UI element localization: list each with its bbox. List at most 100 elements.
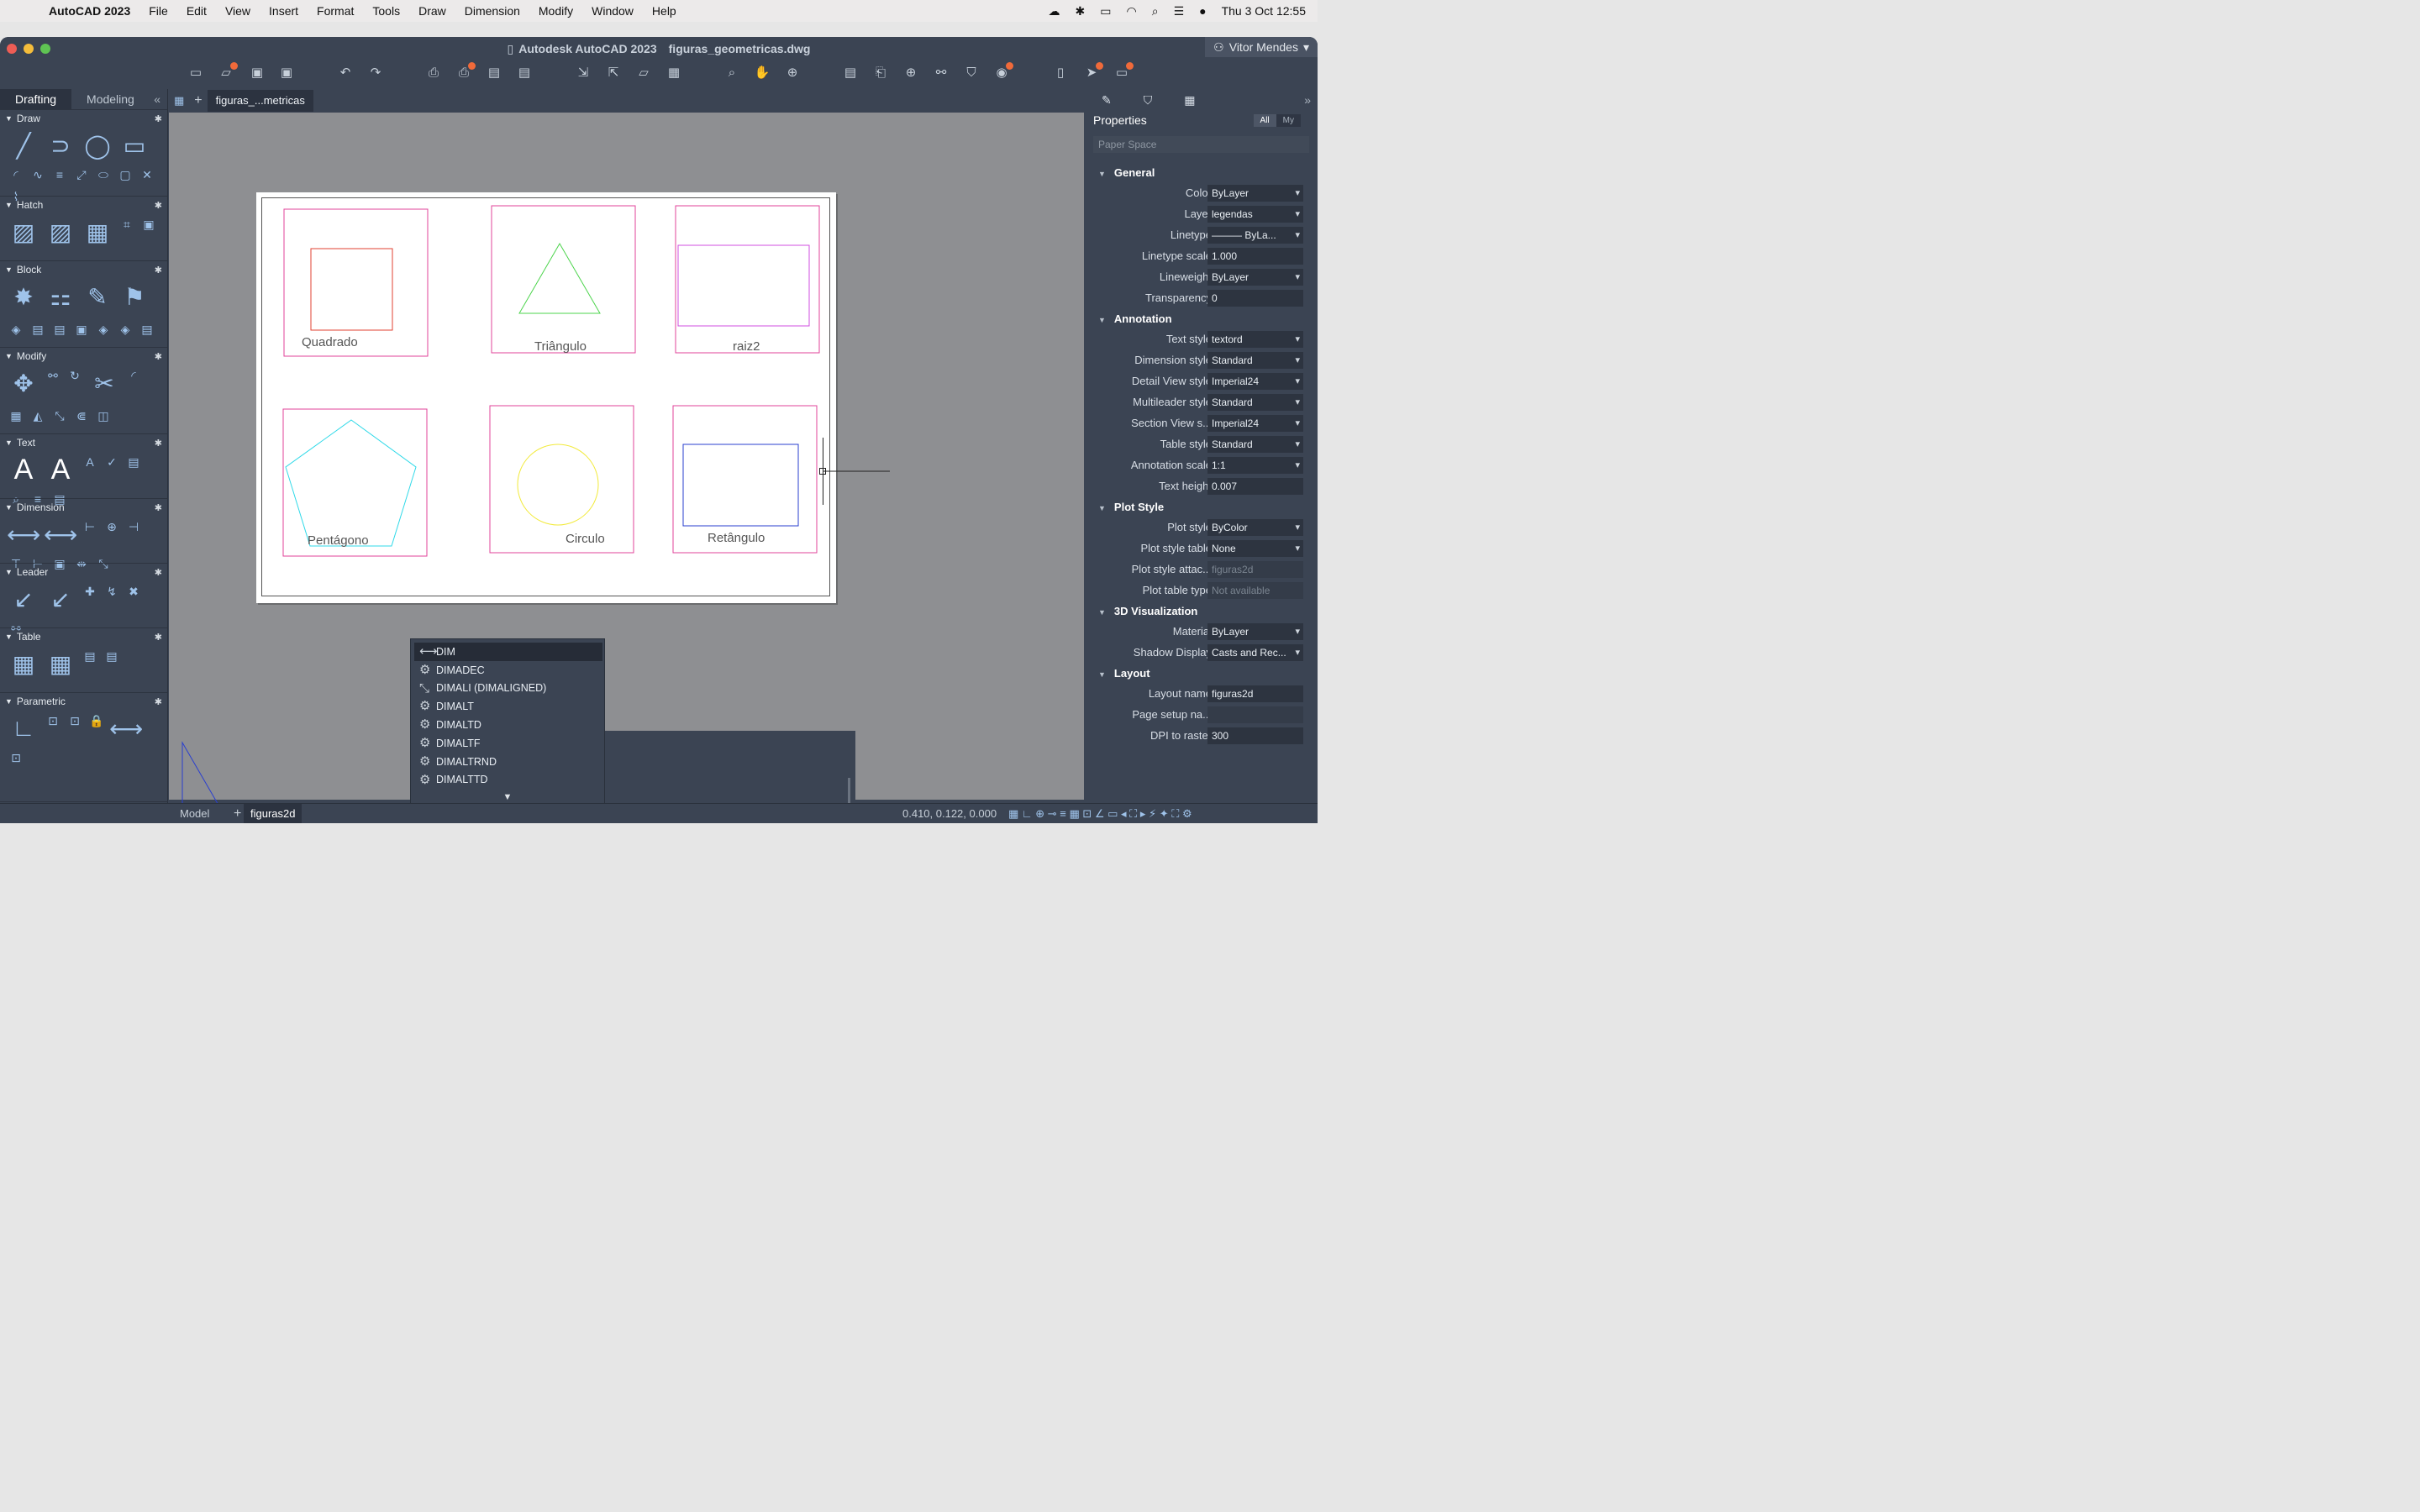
property-value[interactable]: Standard xyxy=(1207,436,1303,453)
wifi-icon[interactable]: ◠ xyxy=(1127,4,1137,18)
hatch-edit-icon[interactable]: ▨ xyxy=(44,215,77,249)
undo-icon[interactable]: ↶ xyxy=(337,66,354,81)
layers-tab-icon[interactable]: ⛉ xyxy=(1144,93,1153,108)
property-group[interactable]: ▼ 3D Visualization xyxy=(1085,601,1318,622)
share-drawing-icon[interactable]: ▦ xyxy=(666,66,682,81)
status-tool-icons[interactable]: ▦ ∟ ⊕ ⊸ ≡ ▦ ⊡ ∠ ▭ ◂ ⛶ ▸ ⚡ ✦ ⛶ ⚙ xyxy=(1002,804,1199,823)
single-text-icon[interactable]: A xyxy=(81,453,99,471)
autocomplete-item[interactable]: ⤡ DIMALI (DIMALIGNED) xyxy=(411,680,604,698)
block-icon[interactable]: ⚯ xyxy=(933,66,950,81)
expand-icon[interactable]: » xyxy=(1304,93,1311,107)
property-value[interactable] xyxy=(1207,706,1303,723)
open-folder-icon[interactable]: ▱ xyxy=(635,66,652,81)
property-value[interactable]: 1:1 xyxy=(1207,457,1303,474)
linear-dim-icon[interactable]: ⊢ xyxy=(81,517,99,536)
property-group[interactable]: ▼ General xyxy=(1085,163,1318,183)
dim-break-icon[interactable]: ⊣ xyxy=(124,517,143,536)
match-properties-icon[interactable]: ⎗ xyxy=(872,66,889,81)
spell-check-icon[interactable]: ✓ xyxy=(103,453,121,471)
properties-tab-icon[interactable]: ✎ xyxy=(1102,93,1112,108)
save-icon[interactable]: ▣ xyxy=(249,66,266,81)
edit-block-icon[interactable]: ✎ xyxy=(81,280,114,313)
mtext-icon[interactable]: A xyxy=(7,453,40,486)
gear-icon[interactable]: ✱ xyxy=(155,351,162,362)
clock[interactable]: Thu 3 Oct 12:55 xyxy=(1222,4,1306,18)
menu-insert[interactable]: Insert xyxy=(269,4,298,18)
table-style-icon[interactable]: ▦ xyxy=(44,647,77,680)
property-value[interactable]: Imperial24 xyxy=(1207,415,1303,432)
property-value[interactable]: Standard xyxy=(1207,352,1303,369)
layout-tab[interactable]: figuras2d xyxy=(244,804,302,823)
app-menu[interactable]: AutoCAD 2023 xyxy=(49,4,130,18)
section-title[interactable]: Dimension xyxy=(17,501,65,513)
text-style-icon[interactable]: A xyxy=(44,453,77,486)
gradient-icon[interactable]: ▦ xyxy=(81,215,114,249)
menu-file[interactable]: File xyxy=(149,4,168,18)
blocks-tab-icon[interactable]: ▦ xyxy=(1184,93,1195,108)
ray-icon[interactable]: ⤢ xyxy=(72,165,91,184)
mirror-icon[interactable]: ◭ xyxy=(29,407,47,425)
property-group[interactable]: ▼ Plot Style xyxy=(1085,497,1318,517)
scroll-down-icon[interactable]: ▼ xyxy=(411,792,604,802)
collapse-icon[interactable]: « xyxy=(154,92,160,106)
spline-icon[interactable]: ∿ xyxy=(29,165,47,184)
menu-tools[interactable]: Tools xyxy=(372,4,400,18)
param-manager-icon[interactable]: ⊡ xyxy=(7,748,25,767)
filter-all[interactable]: All xyxy=(1253,113,1276,127)
tag-icon[interactable]: ◈ xyxy=(7,320,25,339)
dimension-style-icon[interactable]: ⟷ xyxy=(44,517,77,551)
gear-icon[interactable]: ✱ xyxy=(155,265,162,276)
menu-format[interactable]: Format xyxy=(317,4,354,18)
property-value[interactable]: textord xyxy=(1207,331,1303,348)
property-value[interactable]: 0.007 xyxy=(1207,478,1303,495)
creative-cloud-icon[interactable]: ☁ xyxy=(1049,4,1060,18)
zoom-window-icon[interactable]: ⌕ xyxy=(723,66,740,81)
circle-icon[interactable]: ◯ xyxy=(81,129,114,162)
gear-icon[interactable]: ✱ xyxy=(155,632,162,643)
share-icon[interactable]: ➤ xyxy=(1083,62,1103,81)
gear-icon[interactable]: ✱ xyxy=(155,696,162,707)
lock-icon[interactable]: 🔒 xyxy=(87,711,106,730)
zoom-button[interactable] xyxy=(40,44,50,54)
orbit-icon[interactable]: ⊕ xyxy=(784,66,801,81)
block-tool-icon[interactable]: ◈ xyxy=(116,320,134,339)
close-button[interactable] xyxy=(7,44,17,54)
minimize-button[interactable] xyxy=(24,44,34,54)
block-tool-icon[interactable]: ▣ xyxy=(72,320,91,339)
property-value[interactable]: ——— ByLa... xyxy=(1207,227,1303,244)
section-title[interactable]: Leader xyxy=(17,566,48,578)
layer-icon[interactable]: ⛉ xyxy=(963,66,980,81)
autocomplete-item-dim[interactable]: ⟷ DIM xyxy=(414,643,602,661)
page-setup-icon[interactable]: ▤ xyxy=(516,66,533,81)
battery-icon[interactable]: ▭ xyxy=(1100,4,1111,18)
drawing-canvas[interactable]: Quadrado Triângulo raiz2 Pentágono Circu… xyxy=(169,113,1084,819)
copy-icon[interactable]: ⚯ xyxy=(44,366,62,385)
menu-window[interactable]: Window xyxy=(592,4,634,18)
rectangle-icon[interactable]: ▭ xyxy=(118,129,151,162)
pdf-text-icon[interactable]: ▤ xyxy=(124,453,143,471)
control-center-icon[interactable]: ☰ xyxy=(1174,4,1185,18)
tab-modeling[interactable]: Modeling xyxy=(71,89,150,109)
3d-icon[interactable]: ◫ xyxy=(94,407,113,425)
menu-dimension[interactable]: Dimension xyxy=(465,4,520,18)
autocomplete-item[interactable]: ⚙ DIMALTRND xyxy=(411,753,604,771)
block-tool-icon[interactable]: ▤ xyxy=(50,320,69,339)
center-mark-icon[interactable]: ⊕ xyxy=(103,517,121,536)
new-icon[interactable]: ▭ xyxy=(187,66,204,81)
section-title[interactable]: Table xyxy=(17,631,41,643)
hatch-lines-icon[interactable]: ≡ xyxy=(50,165,69,184)
xline-icon[interactable]: ✕ xyxy=(138,165,156,184)
hatch-icon[interactable]: ▨ xyxy=(7,215,40,249)
block-tool-icon[interactable]: ◈ xyxy=(94,320,113,339)
user-menu[interactable]: ⚇ Vitor Mendes ▾ xyxy=(1205,37,1318,57)
insert-block-icon[interactable]: ⚏ xyxy=(44,280,77,313)
bluetooth-icon[interactable]: ✱ xyxy=(1076,4,1086,18)
property-value[interactable]: ByLayer xyxy=(1207,185,1303,202)
move-icon[interactable]: ✥ xyxy=(7,366,40,400)
ellipse-icon[interactable]: ⬭ xyxy=(94,165,113,184)
leader-style-icon[interactable]: ↙ xyxy=(44,582,77,616)
compare-icon[interactable]: ▯ xyxy=(1052,66,1069,81)
section-title[interactable]: Draw xyxy=(17,113,40,124)
polygon-icon[interactable]: ▢ xyxy=(116,165,134,184)
gear-icon[interactable]: ✱ xyxy=(155,200,162,211)
